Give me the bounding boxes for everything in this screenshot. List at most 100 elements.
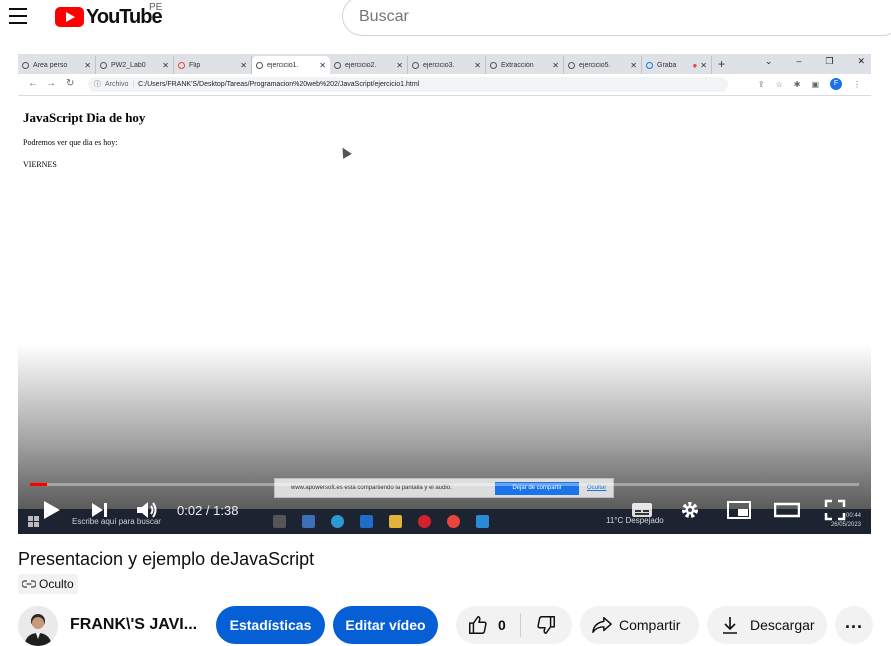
- video-player[interactable]: Área perso ✕ PW2_Lab0 ✕ Flip ✕ ejercicio1. ✕…: [18, 54, 871, 534]
- tab-label: ejercicio1.: [267, 61, 299, 69]
- tab-label: ejercicio2.: [345, 61, 377, 69]
- like-count: 0: [498, 617, 506, 633]
- video-title: Presentacion y ejemplo deJavaScript: [18, 549, 315, 569]
- explorer-icon: [389, 515, 402, 528]
- profile-avatar-icon: F: [830, 78, 842, 90]
- recording-dot-icon: ●: [692, 60, 698, 70]
- minimize-icon: –: [796, 56, 802, 66]
- tab-favicon-icon: [100, 61, 107, 69]
- subtitles-button[interactable]: [630, 495, 654, 525]
- tab-close-icon: ✕: [700, 60, 707, 70]
- tab-favicon-icon: [646, 61, 653, 69]
- miniplayer-icon: [727, 501, 751, 519]
- tab-favicon-icon: [490, 61, 497, 69]
- hamburger-menu-icon[interactable]: [9, 8, 29, 24]
- browser-tab: ejercicio5. ✕: [564, 56, 642, 74]
- next-button[interactable]: [90, 495, 110, 525]
- edit-video-button[interactable]: Editar vídeo: [333, 606, 438, 644]
- mouse-cursor-icon: [338, 145, 352, 159]
- tab-favicon-icon: [22, 61, 29, 69]
- address-scheme-label: Archivo: [105, 81, 129, 88]
- chrome-icon: [447, 515, 460, 528]
- screen-share-notice: www.apowersoft.es está compartiendo la p…: [274, 478, 614, 498]
- tab-label: Graba: [657, 61, 677, 69]
- page-heading: JavaScript Dia de hoy: [23, 110, 146, 125]
- progress-bar[interactable]: [30, 483, 859, 486]
- masthead: YouTube PE: [0, 0, 891, 36]
- tab-close-icon: ✕: [396, 60, 403, 70]
- time-display: 0:02 / 1:38: [177, 503, 239, 518]
- tab-close-icon: ✕: [162, 60, 169, 70]
- close-window-icon: ✕: [857, 56, 865, 66]
- address-field: ⓘ Archivo | C:/Users/FRANK'S/Desktop/Tareas…: [88, 77, 728, 92]
- back-icon: ←: [28, 78, 38, 89]
- tab-favicon-icon: [568, 61, 575, 69]
- link-off-icon: [22, 580, 36, 588]
- hide-notice-link: Ocultar: [587, 485, 607, 491]
- settings-button[interactable]: [679, 495, 701, 525]
- fullscreen-icon: [824, 499, 846, 521]
- download-label: Descargar: [750, 617, 815, 633]
- tab-label: Extracción: [501, 61, 534, 69]
- like-button[interactable]: 0: [456, 606, 520, 644]
- task-view-icon: [273, 515, 286, 528]
- miniplayer-button[interactable]: [726, 495, 752, 525]
- subtitles-icon: [632, 503, 652, 517]
- browser-tab: ejercicio3. ✕: [408, 56, 486, 74]
- actions-row: FRANK\'S JAVI... Estadísticas Editar víd…: [0, 604, 891, 646]
- recorded-page-content: JavaScript Dia de hoy Podremos ver que d…: [23, 110, 145, 169]
- channel-avatar[interactable]: [18, 606, 58, 646]
- browser-tab-active: ejercicio1. ✕: [252, 56, 330, 74]
- browser-tab: PW2_Lab0 ✕: [96, 56, 174, 74]
- restore-icon: ❐: [825, 56, 834, 66]
- share-label: Compartir: [619, 617, 681, 633]
- browser-tab: Área perso ✕: [18, 56, 96, 74]
- share-button[interactable]: Compartir: [580, 606, 699, 644]
- forward-icon: →: [46, 78, 56, 89]
- thumbs-up-icon: [469, 616, 487, 634]
- youtube-play-icon: [55, 7, 84, 27]
- mail-icon: [360, 515, 373, 528]
- tab-label: ejercicio5.: [579, 61, 611, 69]
- fullscreen-button[interactable]: [824, 495, 846, 525]
- more-actions-button[interactable]: ...: [835, 606, 873, 644]
- channel-name[interactable]: FRANK\'S JAVI...: [70, 616, 197, 634]
- search-input[interactable]: [359, 5, 859, 29]
- theater-mode-icon: [774, 502, 800, 518]
- settings-gear-icon: [682, 502, 698, 518]
- search-box[interactable]: [342, 0, 891, 36]
- tab-favicon-icon: [256, 61, 263, 69]
- tab-search-chevron-icon: ⌄: [764, 56, 773, 66]
- info-icon: ⓘ: [94, 81, 101, 88]
- analytics-button[interactable]: Estadísticas: [216, 606, 325, 644]
- taskbar-apps: [273, 515, 489, 528]
- youtube-logo[interactable]: YouTube: [55, 5, 163, 29]
- tab-label: Flip: [189, 61, 201, 69]
- tab-close-icon: ✕: [474, 60, 481, 70]
- store-icon: [302, 515, 315, 528]
- play-button[interactable]: [42, 495, 62, 525]
- window-controls: ⌄ – ❐ ✕: [765, 56, 865, 67]
- browser-toolbar-icons: ⇪ ☆ ✱ ▣ F ⋮: [758, 78, 861, 90]
- extensions-icon: ✱: [793, 79, 801, 89]
- theater-mode-button[interactable]: [774, 495, 800, 525]
- download-button[interactable]: Descargar: [707, 606, 827, 644]
- tab-close-icon: ✕: [84, 60, 91, 70]
- next-icon: [92, 503, 107, 517]
- reload-icon: ↻: [66, 78, 75, 89]
- tab-close-icon: ✕: [319, 60, 326, 70]
- like-dislike-group: 0: [456, 606, 572, 644]
- tab-favicon-icon: [412, 61, 419, 69]
- share-arrow-icon: [592, 617, 612, 633]
- volume-icon: [137, 502, 157, 518]
- browser-tab: Graba ● ✕: [642, 56, 712, 74]
- bookmark-star-icon: ☆: [775, 79, 783, 89]
- tab-favicon-icon: [178, 61, 185, 69]
- page-paragraph: Podremos ver que dia es hoy:: [23, 138, 118, 147]
- address-text: C:/Users/FRANK'S/Desktop/Tareas/Programa…: [138, 81, 420, 88]
- dislike-button[interactable]: [521, 606, 571, 644]
- privacy-label: Oculto: [39, 577, 74, 591]
- tab-close-icon: ✕: [630, 60, 637, 70]
- mute-button[interactable]: [135, 495, 159, 525]
- opera-icon: [418, 515, 431, 528]
